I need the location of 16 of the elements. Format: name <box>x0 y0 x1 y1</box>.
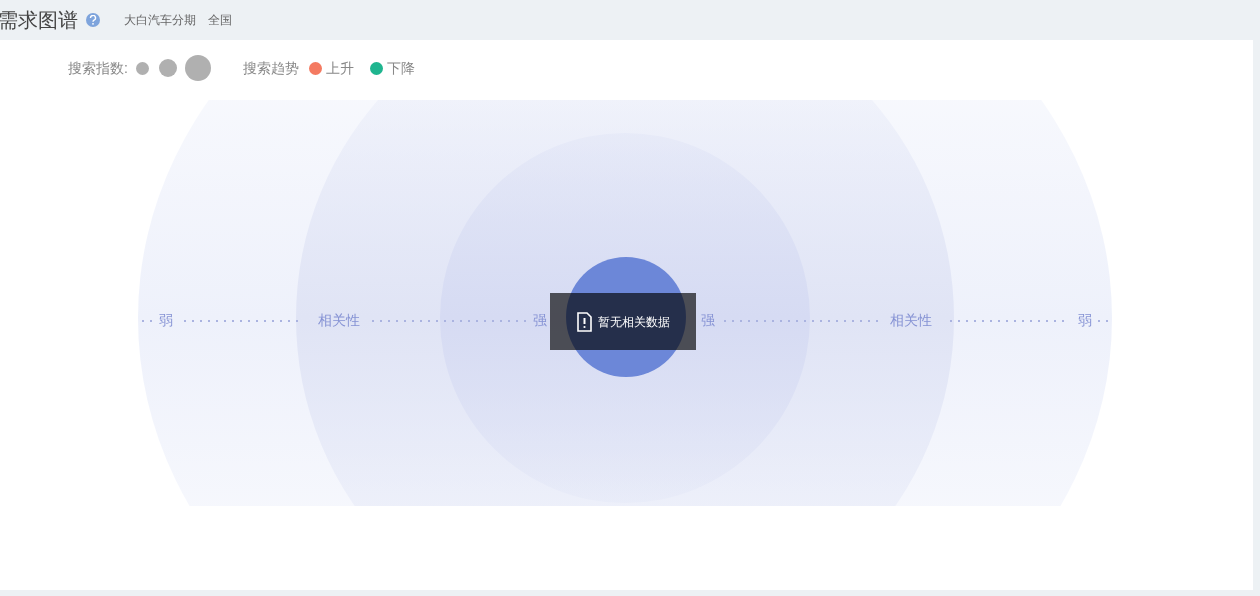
region-label: 全国 <box>208 12 232 29</box>
axis-label: 相关性 <box>318 312 360 328</box>
keyword-label: 大白汽车分期 <box>124 12 196 29</box>
empty-message: 暂无相关数据 <box>597 313 670 331</box>
page-title: 需求图谱 <box>0 7 78 34</box>
trend-label: 上升 <box>325 58 354 78</box>
axis-label: 强 <box>701 312 715 328</box>
document-alert-icon <box>576 311 592 332</box>
legend-label: 搜索指数: <box>68 58 128 78</box>
axis-label: 弱 <box>1078 312 1092 328</box>
help-icon[interactable] <box>86 13 100 27</box>
trend-label: 下降 <box>386 58 415 78</box>
axis-label: 相关性 <box>890 312 932 328</box>
axis-label: 强 <box>533 312 547 328</box>
axis-label: 弱 <box>159 312 173 328</box>
legend-label: 搜索趋势 <box>242 58 299 78</box>
